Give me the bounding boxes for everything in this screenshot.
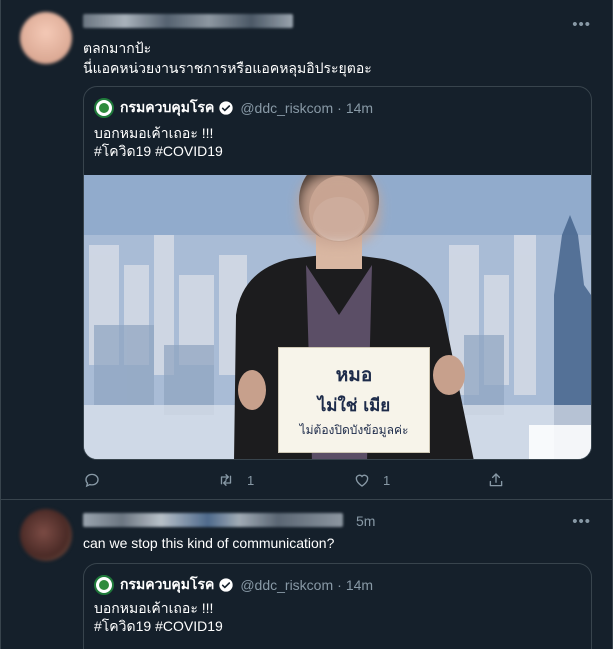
quoted-author-name[interactable]: กรมควบคุมโรค <box>120 97 214 119</box>
share-action[interactable] <box>487 466 517 494</box>
avatar-blurred[interactable] <box>20 509 72 561</box>
quoted-text-line-1: บอกหมอเค้าเถอะ !!! <box>94 125 214 141</box>
more-horizontal-icon[interactable]: ••• <box>572 16 591 33</box>
more-horizontal-icon[interactable]: ••• <box>572 513 591 530</box>
like-count: 1 <box>383 472 391 488</box>
ddc-logo-avatar[interactable] <box>94 98 114 118</box>
verified-badge-icon <box>219 578 234 592</box>
quoted-text-line-2: #โควิด19 #COVID19 <box>94 143 223 159</box>
quoted-tweet[interactable]: กรมควบคุมโรค @ddc_riskcom · 14m บอกหมอเค… <box>83 86 592 460</box>
heart-icon <box>355 474 369 487</box>
quoted-tweet[interactable]: กรมควบคุมโรค @ddc_riskcom · 14m บอกหมอเค… <box>83 563 592 649</box>
retweet-icon <box>220 474 232 486</box>
tweet-actions: 1 1 <box>83 466 513 494</box>
tweet-text-line-1: ตลกมากป้ะ <box>83 40 152 56</box>
reply-icon <box>85 473 99 488</box>
author-name-blurred[interactable] <box>83 513 343 527</box>
retweet-count: 1 <box>247 472 255 488</box>
quoted-text-line-2: #โควิด19 #COVID19 <box>94 618 223 634</box>
separator-dot: · <box>337 577 342 593</box>
share-icon <box>489 473 503 487</box>
quoted-author-handle[interactable]: @ddc_riskcom <box>240 577 333 593</box>
retweet-action[interactable]: 1 <box>217 466 254 494</box>
tweet-text-line-2: นี่แอคหน่วยงานราชการหรือแอคหลุมอิประยุตอ… <box>83 60 372 76</box>
protest-sign: หมอ ไม่ใช่ เมีย ไม่ต้องปิดบังข้อมูลค่ะ <box>278 347 430 453</box>
tweet-2[interactable]: 5m ••• can we stop this kind of communic… <box>0 501 613 649</box>
quoted-text-line-1: บอกหมอเค้าเถอะ !!! <box>94 600 214 616</box>
ddc-logo-avatar[interactable] <box>94 575 114 595</box>
like-action[interactable]: 1 <box>353 466 390 494</box>
quoted-author-handle[interactable]: @ddc_riskcom <box>240 100 333 116</box>
verified-badge-icon <box>219 101 234 115</box>
quoted-author-name[interactable]: กรมควบคุมโรค <box>120 574 214 596</box>
sign-line-3: ไม่ต้องปิดบังข้อมูลค่ะ <box>299 423 409 437</box>
separator-dot: · <box>337 100 342 116</box>
quoted-tweet-time[interactable]: 14m <box>346 577 373 593</box>
tweet-text: can we stop this kind of communication? <box>83 535 335 551</box>
avatar-blurred[interactable] <box>20 12 72 64</box>
tweet-1[interactable]: ••• ตลกมากป้ะ นี่แอคหน่วยงานราชการหรือแอ… <box>0 0 613 500</box>
reply-action[interactable] <box>83 466 113 494</box>
tweet-time[interactable]: 5m <box>356 513 375 529</box>
quoted-tweet-header: กรมควบคุมโรค @ddc_riskcom · 14m <box>94 574 373 596</box>
sign-line-2: ไม่ใช่ เมีย <box>317 396 391 416</box>
quoted-tweet-image[interactable]: หมอ ไม่ใช่ เมีย ไม่ต้องปิดบังข้อมูลค่ะ <box>84 175 591 459</box>
author-name-blurred[interactable] <box>83 14 293 28</box>
quoted-tweet-header: กรมควบคุมโรค @ddc_riskcom · 14m <box>94 97 373 119</box>
quoted-tweet-time[interactable]: 14m <box>346 100 373 116</box>
sign-line-1: หมอ <box>335 364 373 386</box>
face-blur <box>299 175 379 245</box>
